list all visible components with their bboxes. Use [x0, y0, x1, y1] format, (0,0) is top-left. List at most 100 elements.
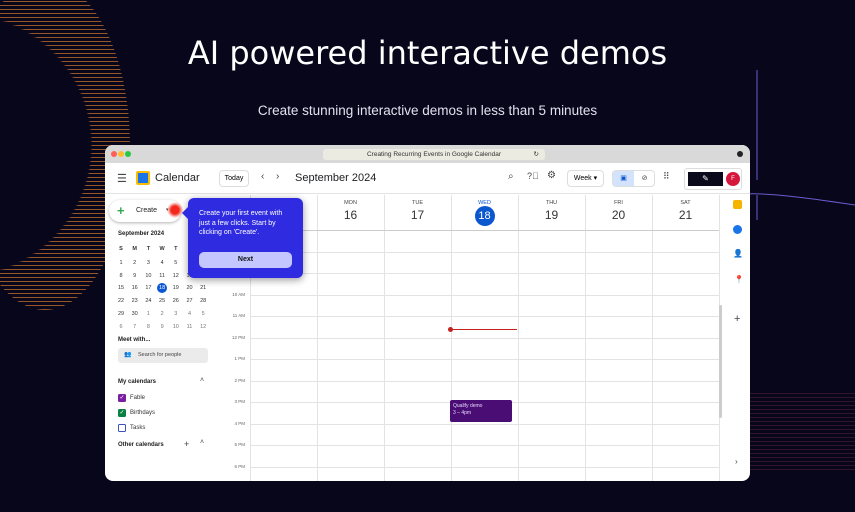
next-button[interactable]: Next [199, 252, 292, 268]
next-week-button[interactable]: › [276, 171, 279, 182]
mini-calendar-day[interactable]: 12 [170, 271, 182, 281]
gear-icon[interactable]: ⚙ [547, 170, 556, 181]
mini-calendar-day[interactable]: 5 [170, 258, 182, 268]
mini-calendar-day[interactable]: 8 [142, 322, 154, 332]
calendar-checkbox-birthdays[interactable]: ✓ [118, 409, 126, 417]
prev-week-button[interactable]: ‹ [261, 171, 264, 182]
mini-calendar-day[interactable]: 2 [156, 309, 168, 319]
tasks-view-icon[interactable]: ⊘ [634, 171, 654, 186]
day-number[interactable]: 21 [652, 208, 719, 222]
close-dot[interactable] [111, 151, 117, 157]
add-calendar-icon[interactable]: + [184, 439, 189, 449]
day-number[interactable]: 20 [585, 208, 652, 222]
mini-calendar-day[interactable]: 2 [129, 258, 141, 268]
day-gridline [451, 195, 452, 481]
mini-calendar-day[interactable]: 19 [170, 283, 182, 293]
calendar-checkbox-fable[interactable]: ✓ [118, 394, 126, 402]
maps-icon[interactable]: 📍 [734, 275, 744, 284]
time-label: 5 PM [234, 442, 245, 447]
collapse-my-calendars-icon[interactable]: ˄ [200, 377, 204, 384]
mini-calendar-day[interactable]: 28 [197, 296, 209, 306]
mini-calendar-day[interactable]: 21 [197, 283, 209, 293]
weekday-label: M [132, 246, 137, 252]
expand-panel-icon[interactable]: › [735, 457, 738, 466]
pen-icon[interactable]: ✎ [688, 172, 723, 186]
day-number[interactable]: 16 [317, 208, 384, 222]
mini-calendar-day[interactable]: 10 [142, 271, 154, 281]
minimize-dot[interactable] [118, 151, 124, 157]
today-button[interactable]: Today [219, 170, 249, 187]
view-select[interactable]: Week ▾ [567, 170, 604, 187]
hour-gridline [250, 423, 719, 425]
view-select-value: Week [573, 175, 592, 182]
hero-title: AI powered interactive demos [187, 34, 668, 72]
today-badge[interactable]: 18 [474, 206, 495, 226]
calendar-view-icon[interactable]: ▣ [613, 171, 634, 186]
mini-calendar-day[interactable]: 22 [115, 296, 127, 306]
mini-calendar-day[interactable]: 11 [184, 322, 196, 332]
day-name-mon: MON [344, 200, 357, 206]
mini-calendar-day[interactable]: 24 [142, 296, 154, 306]
mini-calendar-day[interactable]: 6 [115, 322, 127, 332]
mini-calendar-day[interactable]: 16 [129, 283, 141, 293]
apps-grid-icon[interactable]: ⠿ [663, 171, 670, 182]
reload-icon[interactable]: ↻ [534, 149, 539, 160]
add-addon-icon[interactable]: + [734, 313, 740, 325]
search-people-input[interactable]: 👥 Search for people [118, 348, 208, 363]
search-people-placeholder: Search for people [138, 352, 182, 358]
day-number[interactable]: 19 [518, 208, 585, 222]
time-label: 12 PM [231, 334, 245, 340]
mini-calendar-day[interactable]: 1 [115, 258, 127, 268]
mini-calendar-day[interactable]: 9 [129, 271, 141, 281]
time-label: 11 AM [232, 313, 245, 318]
mini-calendar-day[interactable]: 1 [142, 309, 154, 319]
hotspot-indicator[interactable] [167, 202, 183, 218]
help-icon[interactable]: ?⃝ [527, 171, 539, 181]
search-icon[interactable]: ⌕ [508, 171, 514, 182]
mini-calendar-day[interactable]: 4 [184, 309, 196, 319]
weekday-label: T [146, 246, 151, 252]
mini-calendar-day[interactable]: 4 [156, 258, 168, 268]
hour-gridline [250, 445, 719, 446]
tasks-icon[interactable] [733, 225, 742, 234]
scrollbar[interactable] [719, 305, 722, 418]
mini-calendar-day-selected[interactable]: 18 [157, 283, 168, 294]
mini-calendar-day[interactable]: 25 [156, 296, 168, 306]
calendar-checkbox-tasks[interactable] [118, 424, 126, 432]
day-gridline [384, 195, 385, 481]
mini-calendar-day[interactable]: 11 [156, 271, 168, 281]
hour-gridline [250, 316, 719, 317]
event-qualify-demo[interactable]: Qualify demo 3 – 4pm [450, 400, 512, 422]
account-area: ✎ F [684, 168, 742, 190]
mini-calendar-day[interactable]: 7 [129, 322, 141, 332]
maximize-dot[interactable] [125, 151, 131, 157]
mini-calendar-day[interactable]: 9 [156, 322, 168, 332]
extension-icon[interactable] [737, 151, 743, 157]
mini-calendar-day[interactable]: 30 [129, 309, 141, 319]
mini-calendar-day[interactable]: 8 [115, 271, 127, 281]
contacts-icon[interactable]: 👤 [733, 249, 743, 258]
mini-calendar-day[interactable]: 12 [197, 322, 209, 332]
time-label: 2 PM [234, 377, 245, 383]
mini-calendar-day[interactable]: 27 [184, 296, 196, 306]
header-divider [250, 230, 719, 231]
mini-calendar-day[interactable]: 23 [129, 296, 141, 306]
mini-calendar-day[interactable]: 10 [170, 322, 182, 332]
other-calendars-title: Other calendars [118, 442, 164, 448]
mini-calendar-day[interactable]: 3 [142, 258, 154, 268]
mini-calendar-day[interactable]: 15 [115, 283, 127, 293]
address-bar[interactable]: Creating Recurring Events in Google Cale… [323, 149, 545, 160]
mini-calendar-day[interactable]: 5 [197, 309, 209, 319]
mini-calendar-day[interactable]: 17 [142, 283, 154, 293]
time-label: 6 PM [234, 463, 245, 469]
keep-icon[interactable] [733, 200, 742, 209]
mini-calendar-day[interactable]: 26 [170, 296, 182, 306]
avatar[interactable]: F [726, 172, 740, 186]
mini-calendar-day[interactable]: 29 [115, 309, 127, 319]
menu-icon[interactable]: ☰ [117, 172, 127, 185]
day-number[interactable]: 17 [384, 208, 451, 222]
collapse-other-calendars-icon[interactable]: ˄ [200, 439, 204, 446]
mini-calendar-day[interactable]: 20 [184, 283, 196, 293]
mini-calendar-day[interactable]: 3 [170, 309, 182, 319]
hour-gridline [250, 251, 719, 253]
